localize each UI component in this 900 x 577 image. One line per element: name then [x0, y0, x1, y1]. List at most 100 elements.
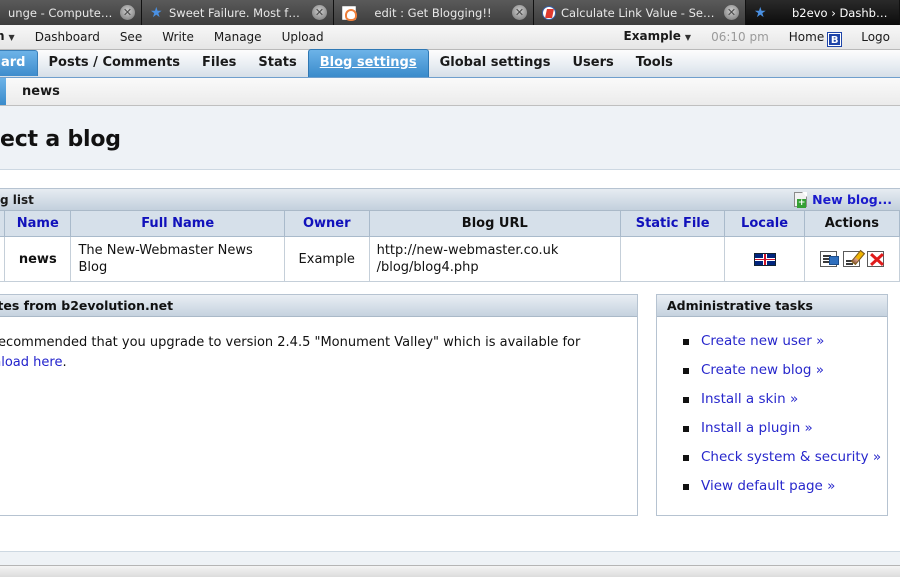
- tab-users[interactable]: Users: [561, 51, 624, 76]
- col-header-actions: Actions: [803, 211, 900, 237]
- tab-tools[interactable]: Tools: [625, 51, 684, 76]
- browser-status-bar: [0, 565, 900, 577]
- evobar-item-write[interactable]: Write: [152, 25, 204, 49]
- updates-panel: ates from b2evolution.net recommended th…: [0, 294, 638, 516]
- browser-tab-strip: unge - Computer Fo... ✕ ★ Sweet Failure.…: [0, 0, 900, 25]
- orange-ring-icon: [342, 5, 357, 21]
- page-content: ect a blog g list New blog... D Name Ful…: [0, 106, 900, 565]
- evobar-item-label: n: [0, 29, 5, 43]
- cell-name[interactable]: news: [4, 236, 72, 282]
- tab-files[interactable]: Files: [191, 51, 247, 76]
- task-create-new-blog[interactable]: Create new blog »: [701, 362, 824, 378]
- new-blog-label: New blog...: [812, 192, 892, 207]
- close-icon[interactable]: ✕: [512, 5, 527, 20]
- updates-panel-title: ates from b2evolution.net: [0, 295, 637, 317]
- evobar-item-logout[interactable]: Logo: [851, 25, 900, 49]
- properties-icon[interactable]: [820, 251, 840, 267]
- cell-static-file: [619, 236, 726, 282]
- list-item: Install a skin »: [683, 385, 883, 414]
- page-title: ect a blog: [0, 127, 121, 152]
- list-item: Create new user »: [683, 327, 883, 356]
- list-item: Create new blog »: [683, 356, 883, 385]
- browser-tab-active-dashboard[interactable]: ★ b2evo › Dashboard: [746, 0, 900, 25]
- evobar-item-manage[interactable]: Manage: [204, 25, 272, 49]
- chevron-down-icon: ▼: [8, 33, 15, 42]
- task-install-a-plugin[interactable]: Install a plugin »: [701, 420, 813, 436]
- blog-list-table: D Name Full Name Owner Blog URL Static F…: [0, 211, 900, 282]
- blog-list-header: g list New blog...: [0, 189, 900, 211]
- evobar-item-see[interactable]: See: [110, 25, 152, 49]
- tab-dashboard[interactable]: ard: [0, 50, 38, 76]
- evobar-item-dashboard[interactable]: Dashboard: [25, 25, 110, 49]
- browser-tab-0[interactable]: unge - Computer Fo... ✕: [0, 0, 142, 25]
- edit-icon[interactable]: [843, 251, 861, 267]
- list-item: Install a plugin »: [683, 414, 883, 443]
- download-here-link[interactable]: nload here: [0, 355, 62, 370]
- browser-tab-label: b2evo › Dashboard: [792, 5, 893, 20]
- evobar-item-home[interactable]: Home B: [779, 25, 851, 49]
- delete-icon[interactable]: [866, 251, 884, 267]
- updates-panel-body: recommended that you upgrade to version …: [0, 317, 637, 387]
- browser-tab-label: Calculate Link Value - Sell Dir...: [561, 5, 717, 20]
- uk-flag-icon: [753, 252, 776, 266]
- task-install-a-skin[interactable]: Install a skin »: [701, 391, 798, 407]
- sub-tab-news[interactable]: news: [10, 79, 72, 105]
- evobar-item-upload[interactable]: Upload: [272, 25, 334, 49]
- updates-text-tail: .: [62, 355, 67, 370]
- blog-list-panel: g list New blog... D Name Full Name Owne…: [0, 188, 900, 516]
- col-header-static-file[interactable]: Static File: [619, 211, 726, 237]
- close-icon[interactable]: ✕: [724, 5, 739, 20]
- close-icon[interactable]: ✕: [120, 5, 135, 20]
- evobar-item-admin[interactable]: n ▼: [0, 25, 25, 50]
- col-header-name[interactable]: Name: [4, 211, 72, 237]
- blog-list-title: g list: [0, 192, 34, 207]
- tab-blog-settings[interactable]: Blog settings: [307, 49, 429, 77]
- seo-site-icon: [542, 5, 556, 20]
- browser-tab-1[interactable]: ★ Sweet Failure. Most failed e... ✕: [142, 0, 334, 25]
- admin-panel-body: Create new user » Create new blog » Inst…: [657, 317, 887, 515]
- col-header-full-name[interactable]: Full Name: [70, 211, 285, 237]
- b2evolution-badge-icon: B: [827, 32, 843, 47]
- blog-url-line2: /blog/blog4.php: [376, 260, 479, 275]
- cell-full-name: The New-Webmaster News Blog: [70, 236, 285, 282]
- chevron-down-icon: ▼: [684, 33, 692, 42]
- col-header-locale[interactable]: Locale: [724, 211, 805, 237]
- table-header-row: D Name Full Name Owner Blog URL Static F…: [0, 211, 900, 237]
- main-tab-bar: ard Posts / Comments Files Stats Blog se…: [0, 49, 900, 78]
- tab-stats[interactable]: Stats: [247, 51, 307, 76]
- page-viewport: n ▼ Dashboard See Write Manage Upload Exa…: [0, 25, 900, 565]
- dashboard-lower-panels: ates from b2evolution.net recommended th…: [0, 294, 900, 516]
- cell-owner: Example: [283, 236, 370, 282]
- blog-url-line1: http://new-webmaster.co.uk: [376, 243, 559, 258]
- admin-task-list: Create new user » Create new blog » Inst…: [661, 327, 883, 501]
- cell-blog-url[interactable]: http://new-webmaster.co.uk /blog/blog4.p…: [368, 236, 621, 282]
- close-icon[interactable]: ✕: [312, 5, 327, 20]
- browser-tab-label: unge - Computer Fo...: [8, 5, 113, 20]
- new-document-icon: [794, 192, 808, 208]
- browser-tab-label: edit : Get Blogging!!: [374, 5, 492, 20]
- administrative-tasks-panel: Administrative tasks Create new user » C…: [656, 294, 888, 516]
- admin-panel-title: Administrative tasks: [657, 295, 887, 317]
- task-check-system-security[interactable]: Check system & security »: [701, 449, 881, 465]
- evobar-clock: 06:10 pm: [711, 30, 769, 44]
- evobar-home-label: Home: [788, 30, 825, 44]
- page-title-area: ect a blog: [0, 106, 900, 170]
- task-view-default-page[interactable]: View default page »: [701, 478, 835, 494]
- browser-tab-3[interactable]: Calculate Link Value - Sell Dir... ✕: [534, 0, 746, 25]
- evobar: n ▼ Dashboard See Write Manage Upload Exa…: [0, 25, 900, 50]
- col-header-blog-url: Blog URL: [368, 211, 621, 237]
- evobar-user-menu[interactable]: Example ▼: [614, 25, 702, 50]
- evobar-left-menu: n ▼ Dashboard See Write Manage Upload: [0, 25, 334, 50]
- tab-posts-comments[interactable]: Posts / Comments: [38, 51, 192, 76]
- list-item: Check system & security »: [683, 443, 883, 472]
- browser-tab-label: Sweet Failure. Most failed e...: [169, 5, 305, 20]
- table-row: news The New-Webmaster News Blog Example…: [0, 236, 900, 282]
- new-blog-button[interactable]: New blog...: [794, 192, 894, 208]
- tab-global-settings[interactable]: Global settings: [429, 51, 562, 76]
- col-header-owner[interactable]: Owner: [283, 211, 370, 237]
- browser-tab-2[interactable]: edit : Get Blogging!! ✕: [334, 0, 534, 25]
- evobar-right-menu: Example ▼ 06:10 pm Home B Logo: [614, 25, 900, 50]
- updates-text: recommended that you upgrade to version …: [0, 335, 581, 350]
- task-create-new-user[interactable]: Create new user »: [701, 333, 824, 349]
- cell-actions: [803, 236, 900, 282]
